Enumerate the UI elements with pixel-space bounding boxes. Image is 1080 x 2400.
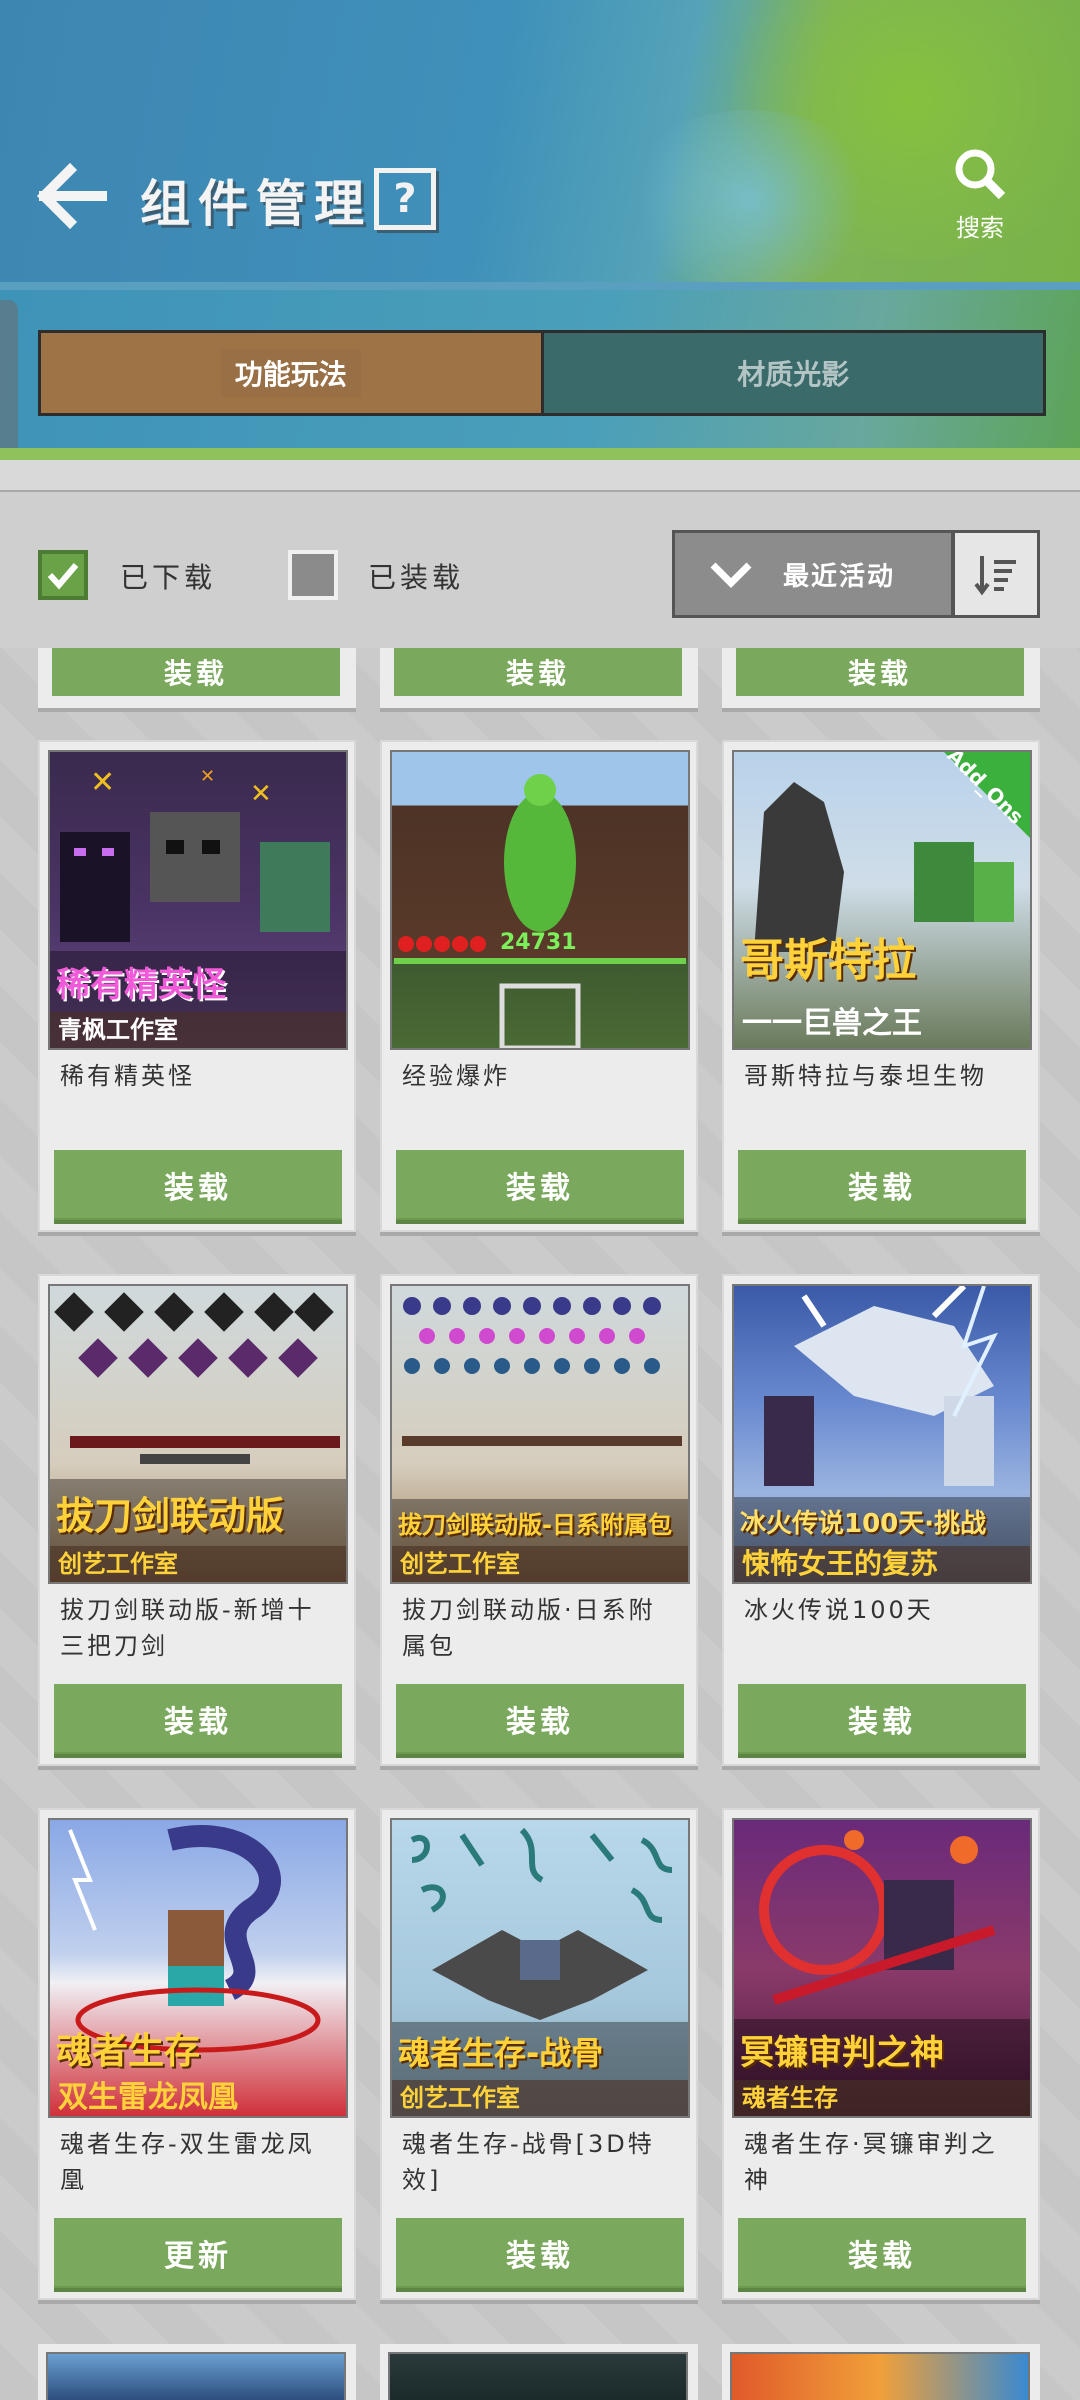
grass-strip — [0, 448, 1080, 460]
install-button[interactable]: 装载 — [396, 1150, 684, 1224]
addon-card[interactable]: Add_Ons 哥斯特拉 一一巨兽之王 哥斯特拉与泰坦生物 装载 — [722, 740, 1040, 1232]
addon-thumbnail — [46, 2352, 346, 2400]
addon-name: 哥斯特拉与泰坦生物 — [744, 1062, 987, 1090]
install-button[interactable]: 装载 — [396, 1684, 684, 1758]
addon-card[interactable]: 冰火传说100天·挑战 悚怖女王的复苏 冰火传说100天 装载 — [722, 1274, 1040, 1766]
thumbnail-subtitle: 创艺工作室 — [392, 1546, 688, 1582]
back-button[interactable] — [36, 160, 108, 232]
addon-name: 冰火传说100天 — [744, 1596, 934, 1624]
addon-thumbnail — [730, 2352, 1030, 2400]
partial-install-button[interactable]: 装载 — [52, 648, 340, 696]
addon-card[interactable]: ✕ ✕ ✕ 稀有精英怪 青枫工作室 稀有精英怪 装载 — [38, 740, 356, 1232]
install-button[interactable]: 装载 — [54, 1150, 342, 1224]
addon-grid[interactable]: 装载 装载 装载 ✕ ✕ ✕ 稀有精英怪 青枫工作室 稀有精英怪 装载 2473… — [0, 648, 1080, 2400]
thumbnail-subtitle: 青枫工作室 — [50, 1012, 346, 1048]
svg-text:✕: ✕ — [200, 766, 215, 787]
thumbnail-subtitle: 悚怖女王的复苏 — [734, 1546, 1030, 1582]
tab-textures-label: 材质光影 — [737, 358, 850, 391]
addon-thumbnail: 冰火传说100天·挑战 悚怖女王的复苏 — [732, 1284, 1032, 1584]
partial-install-button[interactable]: 装载 — [736, 648, 1024, 696]
addon-thumbnail: 魂者生存 双生雷龙凤凰 — [48, 1818, 348, 2118]
partial-card — [38, 2344, 356, 2400]
partial-card — [722, 2344, 1040, 2400]
thumbnail-subtitle: 一一巨兽之王 — [742, 1006, 922, 1041]
back-arrow-icon — [36, 162, 107, 230]
page-title: 组件管理 — [140, 174, 372, 233]
install-button[interactable]: 装载 — [738, 1150, 1026, 1224]
addon-name: 魂者生存-战骨[3D特效] — [402, 2130, 655, 2194]
addon-card[interactable]: 冥镰审判之神 魂者生存 魂者生存·冥镰审判之神 装载 — [722, 1808, 1040, 2300]
addon-thumbnail: 拔刀剑联动版 创艺工作室 — [48, 1284, 348, 1584]
thumbnail-title: 冰火传说100天·挑战 — [734, 1497, 1030, 1546]
sort-order-icon — [974, 556, 1016, 596]
install-button[interactable]: 装载 — [54, 1684, 342, 1758]
addon-thumbnail: 魂者生存-战骨 创艺工作室 — [390, 1818, 690, 2118]
update-button[interactable]: 更新 — [54, 2218, 342, 2292]
addon-card[interactable]: 拔刀剑联动版-日系附属包 创艺工作室 拔刀剑联动版·日系附属包 装载 — [380, 1274, 698, 1766]
addon-name: 拔刀剑联动版-新增十三把刀剑 — [60, 1596, 315, 1660]
installed-checkbox[interactable] — [288, 550, 338, 600]
app-header — [0, 0, 1080, 290]
install-button[interactable]: 装载 — [738, 2218, 1026, 2292]
addon-thumbnail: 冥镰审判之神 魂者生存 — [732, 1818, 1032, 2118]
addon-card[interactable]: 魂者生存 双生雷龙凤凰 魂者生存-双生雷龙凤凰 更新 — [38, 1808, 356, 2300]
thumbnail-title: 魂者生存 — [56, 2031, 201, 2072]
addon-card[interactable]: 拔刀剑联动版 创艺工作室 拔刀剑联动版-新增十三把刀剑 装载 — [38, 1274, 356, 1766]
svg-text:✕: ✕ — [250, 779, 272, 809]
tab-gameplay[interactable]: 功能玩法 — [41, 333, 544, 413]
thumbnail-title: 冥镰审判之神 — [734, 2019, 1030, 2080]
addon-name: 魂者生存·冥镰审判之神 — [744, 2130, 998, 2194]
help-button[interactable]: ? — [374, 168, 436, 230]
partial-card — [380, 2344, 698, 2400]
xp-counter: 24731 — [500, 930, 577, 955]
search-button[interactable]: 搜索 — [948, 146, 1012, 256]
thumbnail-subtitle: 双生雷龙凤凰 — [58, 2080, 238, 2115]
addon-thumbnail: Add_Ons 哥斯特拉 一一巨兽之王 — [732, 750, 1032, 1050]
addon-card[interactable]: 24731 经验爆炸 装载 — [380, 740, 698, 1232]
thumbnail-title: 魂者生存-战骨 — [392, 2022, 688, 2080]
addon-name: 魂者生存-双生雷龙凤凰 — [60, 2130, 315, 2194]
addon-thumbnail: 拔刀剑联动版-日系附属包 创艺工作室 — [390, 1284, 690, 1584]
thumbnail-title: 哥斯特拉 — [740, 935, 916, 986]
header-divider — [0, 282, 1080, 290]
svg-text:✕: ✕ — [90, 765, 115, 800]
header-background-glow — [620, 110, 880, 290]
thumbnail-subtitle: 魂者生存 — [734, 2080, 1030, 2116]
downloaded-label: 已下载 — [120, 561, 217, 594]
addon-name: 经验爆炸 — [402, 1062, 510, 1090]
installed-label: 已装载 — [368, 561, 465, 594]
addon-card[interactable]: 魂者生存-战骨 创艺工作室 魂者生存-战骨[3D特效] 装载 — [380, 1808, 698, 2300]
mob-art-icon: ✕ ✕ ✕ — [60, 765, 330, 942]
chevron-down-icon — [710, 562, 752, 588]
search-icon — [955, 149, 1006, 200]
addon-thumbnail: 24731 — [390, 750, 690, 1050]
sort-dropdown-label: 最近活动 — [783, 561, 896, 592]
thumbnail-title: 拔刀剑联动版 — [50, 1479, 346, 1546]
addon-name: 稀有精英怪 — [60, 1062, 195, 1090]
downloaded-checkbox[interactable] — [38, 550, 88, 600]
install-button[interactable]: 装载 — [396, 2218, 684, 2292]
sort-order-button[interactable] — [952, 530, 1040, 618]
sort-dropdown[interactable]: 最近活动 — [672, 530, 954, 618]
addon-thumbnail — [388, 2352, 688, 2400]
addon-name: 拔刀剑联动版·日系附属包 — [402, 1596, 656, 1660]
checkmark-icon — [47, 563, 79, 590]
tab-textures[interactable]: 材质光影 — [543, 333, 1043, 413]
thumbnail-subtitle: 创艺工作室 — [50, 1546, 346, 1582]
addon-thumbnail: ✕ ✕ ✕ 稀有精英怪 青枫工作室 — [48, 750, 348, 1050]
thumbnail-subtitle: 创艺工作室 — [392, 2080, 688, 2116]
install-button[interactable]: 装载 — [738, 1684, 1026, 1758]
thumbnail-title: 拔刀剑联动版-日系附属包 — [392, 1499, 688, 1546]
partial-install-button[interactable]: 装载 — [394, 648, 682, 696]
xp-orb-art-icon — [394, 774, 686, 1048]
thumbnail-title: 稀有精英怪 — [50, 951, 346, 1012]
tab-gameplay-label: 功能玩法 — [220, 349, 361, 397]
stone-strip — [0, 460, 1080, 492]
search-label: 搜索 — [956, 214, 1004, 242]
category-tabs: 功能玩法 材质光影 — [38, 330, 1046, 416]
